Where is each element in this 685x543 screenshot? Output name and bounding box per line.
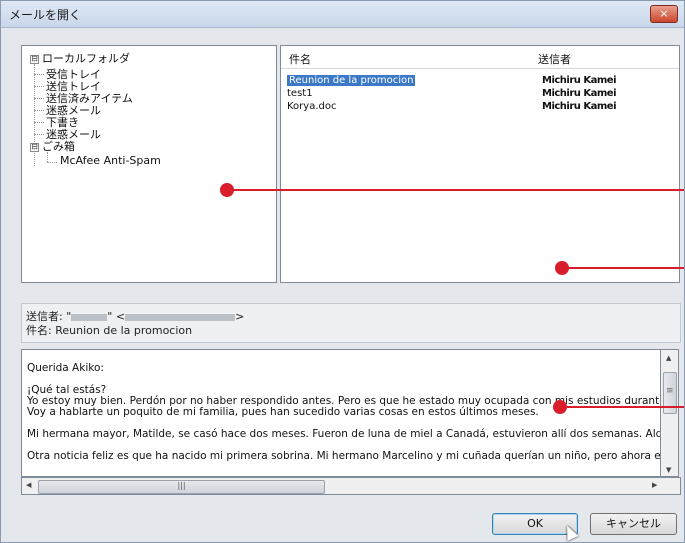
from-email-suffix: > xyxy=(235,310,245,323)
tree-item-mcafee-anti-spam[interactable]: McAfee Anti-Spam xyxy=(60,154,161,167)
tree-connector xyxy=(47,152,48,162)
tree-item-local-folders[interactable]: ローカルフォルダ xyxy=(42,50,130,66)
collapse-icon[interactable]: ⊟ xyxy=(30,55,39,64)
mail-sender: Michiru Kamei xyxy=(542,88,617,99)
body-line: Querida Akiko: xyxy=(27,362,104,374)
mail-sender: Michiru Kamei xyxy=(542,101,617,112)
grip-icon: ≡ xyxy=(666,386,674,396)
tree-connector xyxy=(34,122,44,123)
callout-line xyxy=(566,406,684,408)
dialog-title: メールを開く xyxy=(9,8,82,22)
column-header-subject[interactable]: 件名 xyxy=(289,51,311,67)
cancel-button[interactable]: キャンセル xyxy=(590,513,677,535)
tree-connector xyxy=(34,98,44,99)
redacted-email xyxy=(125,313,236,321)
title-bar[interactable]: メールを開く × xyxy=(1,1,684,28)
body-line: Otra noticia feliz es que ha nacido mi p… xyxy=(27,450,661,462)
column-header-sender[interactable]: 送信者 xyxy=(538,51,571,67)
mail-list-panel[interactable]: 件名 送信者 Reunion de la promocion Michiru K… xyxy=(280,45,680,283)
preview-subject: 件名: Reunion de la promocion xyxy=(26,322,192,338)
tree-connector xyxy=(34,110,44,111)
horizontal-scrollbar[interactable]: ◀ ||| ▶ xyxy=(21,477,681,495)
tree-connector xyxy=(34,86,44,87)
mail-subject: Korya.doc xyxy=(287,101,337,112)
mail-row[interactable]: Korya.doc Michiru Kamei xyxy=(287,101,617,114)
callout-marker xyxy=(553,400,567,414)
open-mail-dialog: メールを開く × ⊟ ローカルフォルダ 受信トレイ 送信トレイ 送信済みアイテム… xyxy=(0,0,685,543)
callout-marker xyxy=(220,183,234,197)
mail-subject: Reunion de la promocion xyxy=(287,75,416,86)
vertical-scrollbar[interactable]: ▲ ≡ ▼ xyxy=(661,349,679,477)
scroll-right-icon[interactable]: ▶ xyxy=(652,481,657,489)
mail-row[interactable]: test1 Michiru Kamei xyxy=(287,88,617,101)
mail-sender: Michiru Kamei xyxy=(542,75,617,86)
tree-connector xyxy=(47,162,57,163)
tree-connector xyxy=(34,74,44,75)
preview-header: 送信者: " " < > 件名: Reunion de la promocion xyxy=(21,303,681,343)
mail-subject: test1 xyxy=(287,88,313,99)
redacted-name xyxy=(71,313,108,321)
folder-tree-panel[interactable]: ⊟ ローカルフォルダ 受信トレイ 送信トレイ 送信済みアイテム 迷惑メール 下書… xyxy=(21,45,277,283)
body-line: Voy a hablarte un poquito de mi familia,… xyxy=(27,406,539,418)
scroll-left-icon[interactable]: ◀ xyxy=(26,481,31,489)
mail-row[interactable]: Reunion de la promocion Michiru Kamei xyxy=(287,75,617,88)
subject-value: Reunion de la promocion xyxy=(55,324,193,337)
tree-connector xyxy=(34,134,44,135)
callout-line xyxy=(568,267,684,269)
collapse-icon[interactable]: ⊟ xyxy=(30,143,39,152)
subject-label: 件名: xyxy=(26,324,52,337)
body-line: Mi hermana mayor, Matilde, se casó hace … xyxy=(27,428,661,440)
scroll-up-icon[interactable]: ▲ xyxy=(666,354,671,362)
mail-list-header: 件名 送信者 xyxy=(281,46,679,69)
message-body[interactable]: Querida Akiko: ¡Qué tal estás? Yo estoy … xyxy=(21,349,661,477)
horizontal-scroll-thumb[interactable]: ||| xyxy=(38,480,325,494)
close-button[interactable]: × xyxy=(650,5,678,23)
callout-marker xyxy=(555,261,569,275)
scroll-down-icon[interactable]: ▼ xyxy=(666,466,671,474)
callout-line xyxy=(233,189,684,191)
